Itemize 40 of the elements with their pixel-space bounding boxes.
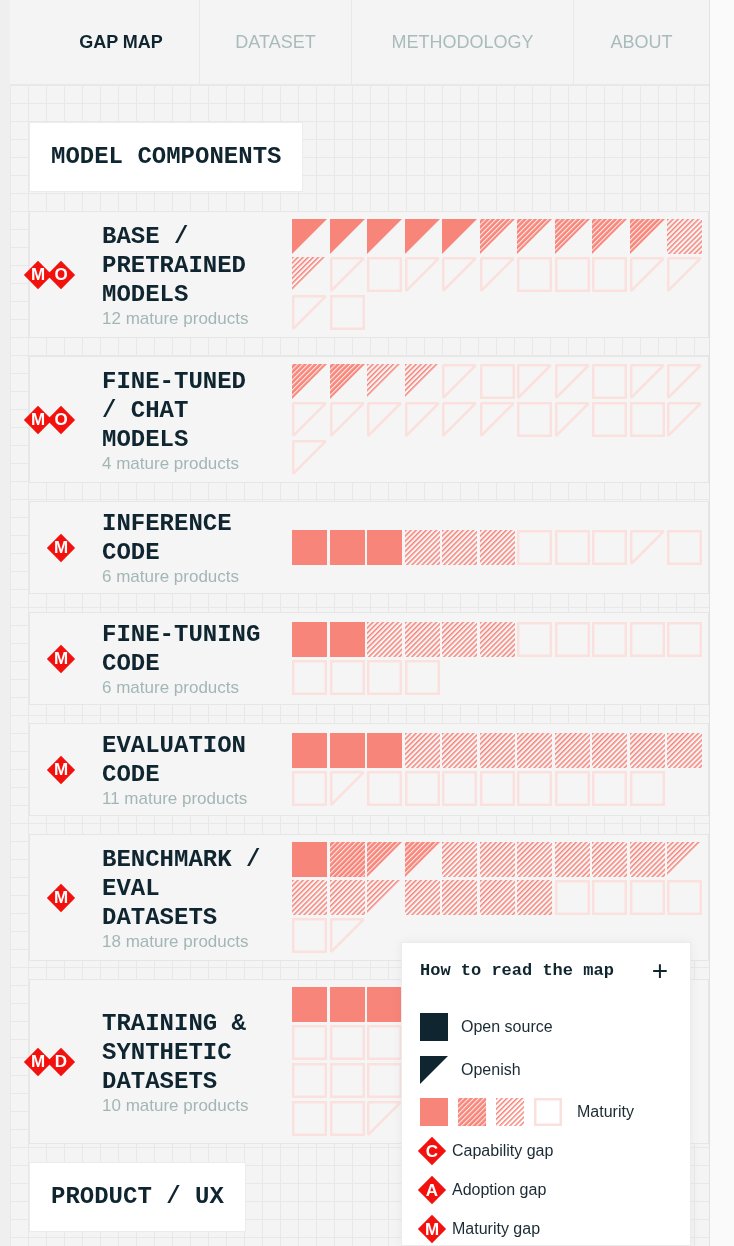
- nav-tab[interactable]: METHODOLOGY: [352, 0, 574, 84]
- gap-marker: M: [417, 1214, 447, 1244]
- product-title: BASE / PRETRAINED MODELS: [102, 221, 248, 309]
- legend-title: How to read the map: [420, 960, 614, 982]
- gap-marker: C: [417, 1136, 447, 1166]
- legend-label: Open source: [461, 1017, 553, 1037]
- nav-tab[interactable]: ABOUT: [574, 0, 709, 84]
- legend-label: Maturity gap: [452, 1219, 541, 1239]
- gap-marker: O: [46, 404, 76, 435]
- gap-marker: M: [46, 882, 76, 913]
- filled-triangle-icon: [420, 1056, 448, 1084]
- product-title: TRAINING & SYNTHETIC DATASETS: [102, 1008, 248, 1096]
- product-count: 18 mature products: [102, 931, 250, 951]
- nav-tab[interactable]: GAP MAP: [43, 0, 200, 84]
- product-count: 11 mature products: [102, 789, 249, 808]
- product-title: INFERENCE CODE: [102, 509, 233, 567]
- section-title: MODEL COMPONENTS: [29, 122, 304, 192]
- nav-tab[interactable]: DATASET: [200, 0, 352, 84]
- product-count: 10 mature products: [102, 1095, 250, 1115]
- legend-label: Capability gap: [452, 1141, 554, 1161]
- product-count: 12 mature products: [102, 308, 250, 328]
- gap-marker: O: [46, 259, 76, 290]
- product-title: EVALUATION CODE: [102, 731, 248, 789]
- product-title: BENCHMARK / EVAL DATASETS: [102, 844, 262, 932]
- gap-marker: M: [46, 754, 76, 785]
- gap-marker: M: [46, 643, 76, 674]
- product-count: 4 mature products: [102, 453, 240, 473]
- product-title: FINE-TUNED / CHAT MODELS: [102, 366, 248, 454]
- gap-marker: M: [46, 532, 76, 563]
- product-count: 6 mature products: [102, 678, 240, 697]
- gap-marker: A: [417, 1175, 447, 1205]
- product-count: 6 mature products: [102, 567, 240, 586]
- filled-square-icon: [420, 1013, 448, 1041]
- section-title: PRODUCT / UX: [29, 1162, 246, 1232]
- product-title: FINE-TUNING CODE: [102, 620, 262, 678]
- legend-label: Maturity: [577, 1103, 634, 1120]
- legend-label: Adoption gap: [452, 1180, 547, 1200]
- legend-label: Openish: [461, 1060, 521, 1080]
- expand-button[interactable]: +: [651, 960, 668, 982]
- gap-marker: D: [46, 1046, 76, 1077]
